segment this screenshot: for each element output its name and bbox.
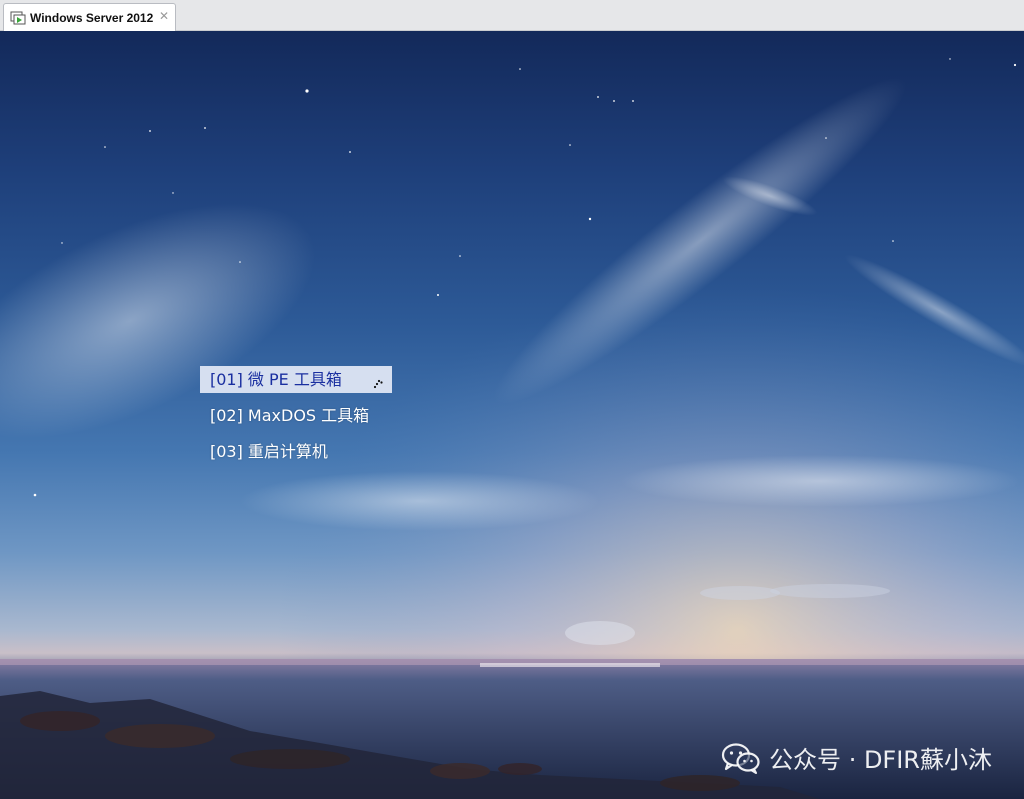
background-wallpaper: [0, 31, 1024, 799]
tab-title: Windows Server 2012: [30, 10, 154, 25]
boot-menu: [01] 微 PE 工具箱 [02] MaxDOS 工具箱 [03] 重启计算机: [200, 366, 392, 474]
vm-screen[interactable]: [01] 微 PE 工具箱 [02] MaxDOS 工具箱 [03] 重启计算机: [0, 31, 1024, 799]
vm-window: Windows Server 2012 ✕ [01] 微 PE 工具箱 [02]…: [0, 0, 1024, 799]
close-icon[interactable]: ✕: [157, 9, 171, 23]
wechat-icon: [721, 742, 761, 774]
boot-menu-item-maxdos[interactable]: [02] MaxDOS 工具箱: [200, 402, 392, 429]
boot-menu-item-label: [03] 重启计算机: [210, 442, 328, 461]
boot-menu-item-reboot[interactable]: [03] 重启计算机: [200, 438, 392, 465]
boot-menu-item-label: [01] 微 PE 工具箱: [210, 370, 342, 389]
tab-strip: Windows Server 2012 ✕: [0, 0, 1024, 31]
boot-menu-item-wepe[interactable]: [01] 微 PE 工具箱: [200, 366, 392, 393]
tab-windows-server-2012[interactable]: Windows Server 2012 ✕: [3, 3, 176, 31]
watermark-text: 公众号 · DFIR蘇小沐: [769, 746, 992, 774]
vm-play-icon: [10, 10, 26, 26]
busy-cursor-icon: [373, 370, 383, 389]
boot-menu-item-label: [02] MaxDOS 工具箱: [210, 406, 370, 425]
watermark: 公众号 · DFIR蘇小沐: [721, 740, 992, 775]
